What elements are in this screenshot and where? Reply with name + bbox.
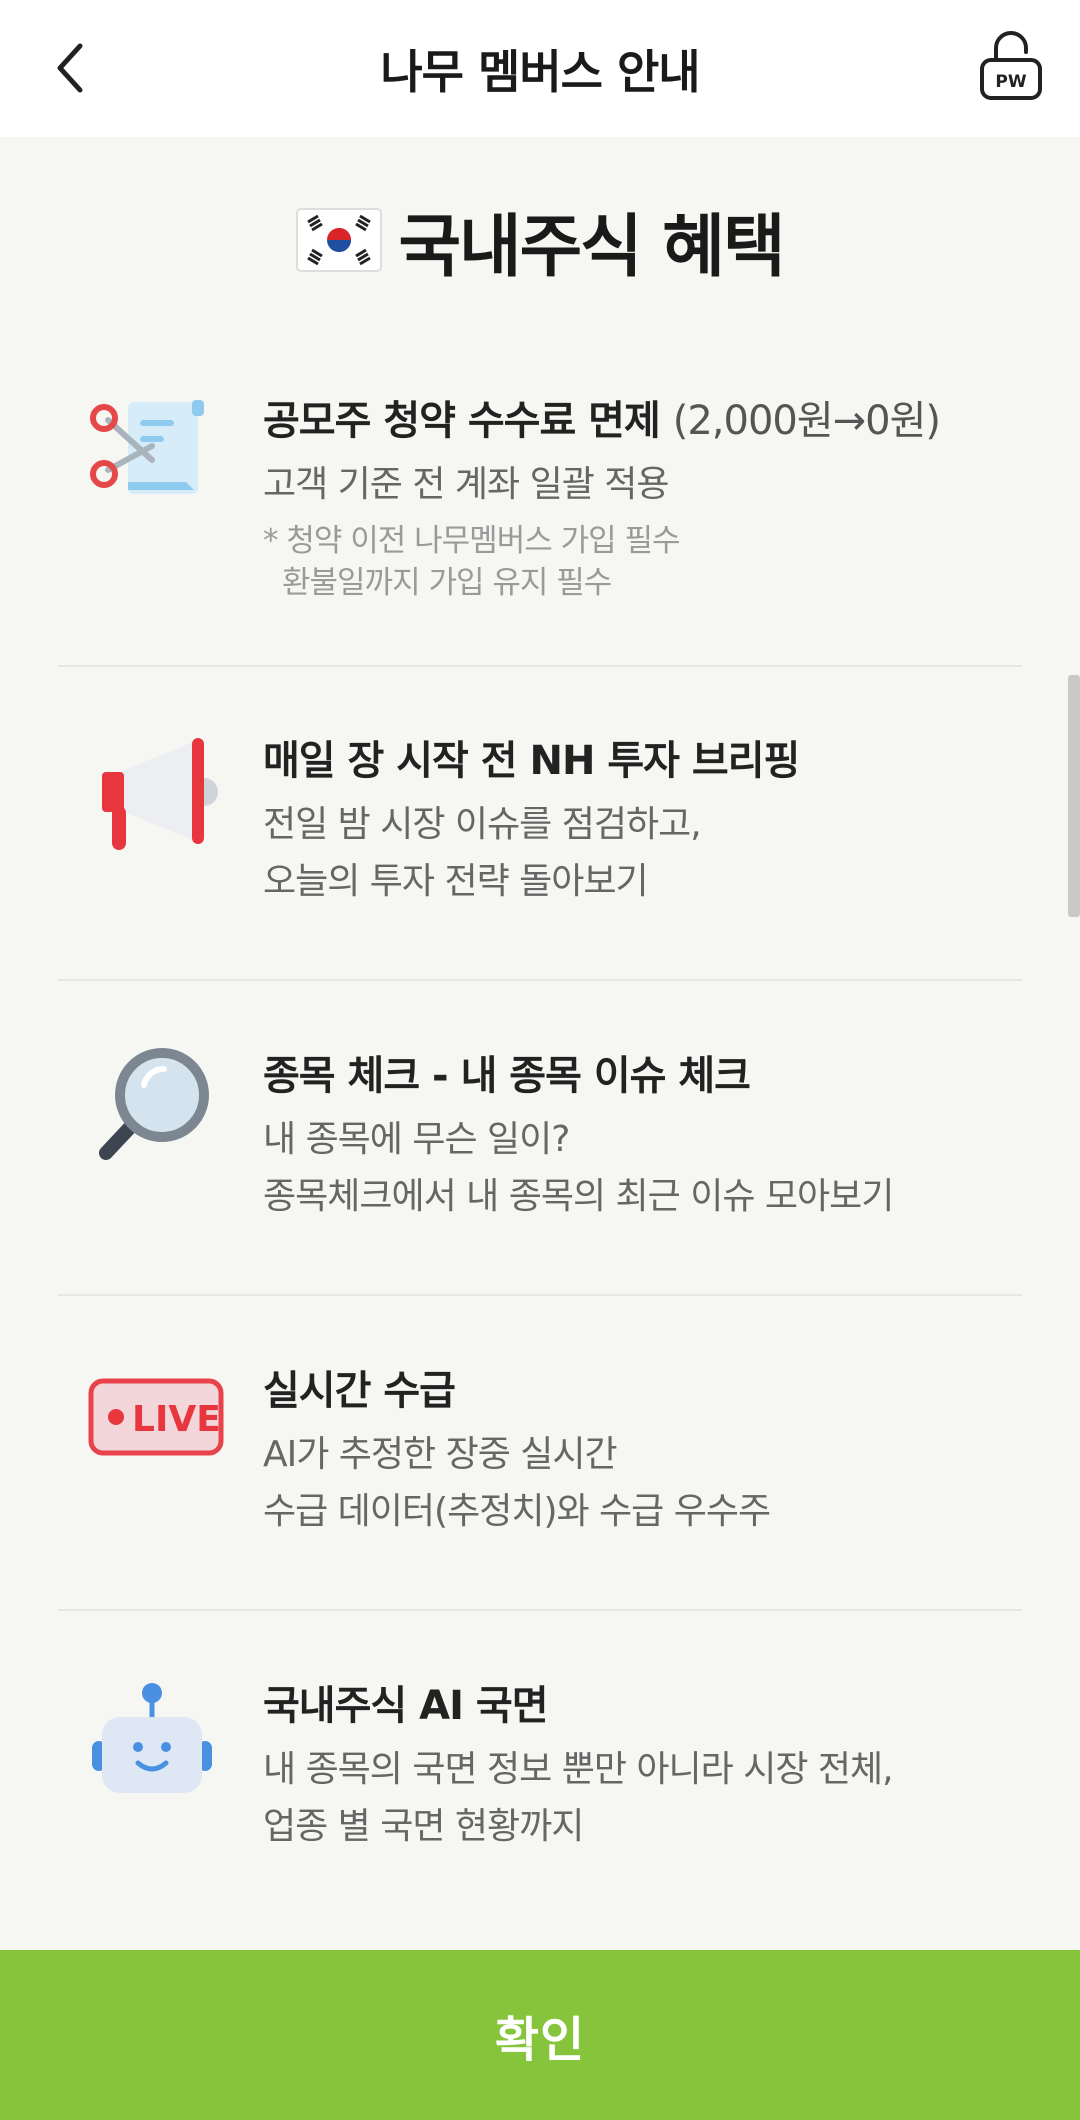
divider xyxy=(58,979,1022,981)
scissors-scroll-icon xyxy=(88,390,208,520)
confirm-button[interactable]: 확인 xyxy=(0,1950,1080,2120)
live-badge-text: LIVE xyxy=(132,1399,221,1440)
korea-flag-icon xyxy=(296,208,383,272)
benefit-title-text: 공모주 청약 수수료 면제 xyxy=(263,398,661,444)
back-button[interactable] xyxy=(40,33,100,103)
magnifier-icon xyxy=(88,1045,209,1175)
page-title: 나무 멤버스 안내 xyxy=(380,44,700,99)
live-badge-icon: LIVE xyxy=(88,1378,224,1508)
benefit-desc: 내 종목의 국면 정보 뿐만 아니라 시장 전체, xyxy=(263,1749,894,1790)
section-title: 국내주식 혜택 xyxy=(0,190,1080,290)
confirm-button-label: 확인 xyxy=(494,2014,586,2067)
benefit-desc: 업종 별 국면 현황까지 xyxy=(263,1806,584,1847)
benefit-title: 실시간 수급 xyxy=(263,1368,456,1414)
benefit-desc: 수급 데이터(추정치)와 수급 우수주 xyxy=(263,1491,771,1532)
header: 나무 멤버스 안내 PW xyxy=(0,0,1080,137)
pw-label: PW xyxy=(995,72,1026,92)
benefit-desc: AI가 추정한 장중 실시간 xyxy=(263,1434,618,1475)
benefit-item: 국내주식 AI 국면 내 종목의 국면 정보 뿐만 아니라 시장 전체, 업종 … xyxy=(58,1645,1022,1925)
megaphone-icon xyxy=(88,730,218,860)
benefit-item: 종목 체크 - 내 종목 이슈 체크 내 종목에 무슨 일이? 종목체크에서 내… xyxy=(58,1015,1022,1295)
password-lock-button[interactable]: PW xyxy=(976,26,1046,102)
benefit-desc: 전일 밤 시장 이슈를 점검하고, xyxy=(263,804,702,845)
divider xyxy=(58,665,1022,667)
benefit-note: * 청약 이전 나무멤버스 가입 필수 xyxy=(263,523,681,559)
robot-icon xyxy=(88,1681,228,1811)
benefit-desc: 종목체크에서 내 종목의 최근 이슈 모아보기 xyxy=(263,1176,894,1217)
divider xyxy=(58,1609,1022,1611)
scrollbar[interactable] xyxy=(1068,675,1080,917)
benefit-note: 환불일까지 가입 유지 필수 xyxy=(282,565,612,601)
benefit-item: LIVE 실시간 수급 AI가 추정한 장중 실시간 수급 데이터(추정치)와 … xyxy=(58,1330,1022,1610)
section-title-text: 국내주식 혜택 xyxy=(398,207,785,287)
benefit-title: 공모주 청약 수수료 면제 (2,000원→0원) xyxy=(263,388,941,446)
benefit-title-suffix: (2,000원→0원) xyxy=(672,398,941,444)
page: 나무 멤버스 안내 PW 국내주식 혜택 공모주 청약 수수료 면제 (2,00… xyxy=(0,0,1080,2120)
lock-icon: PW xyxy=(980,31,1042,100)
benefit-title: 종목 체크 - 내 종목 이슈 체크 xyxy=(263,1053,751,1099)
chevron-left-icon xyxy=(57,43,83,93)
benefit-desc: 내 종목에 무슨 일이? xyxy=(263,1119,570,1160)
benefit-title: 국내주식 AI 국면 xyxy=(263,1683,548,1729)
benefit-item: 매일 장 시작 전 NH 투자 브리핑 전일 밤 시장 이슈를 점검하고, 오늘… xyxy=(58,700,1022,980)
benefit-desc: 고객 기준 전 계좌 일괄 적용 xyxy=(263,464,670,505)
benefit-desc: 오늘의 투자 전략 돌아보기 xyxy=(263,861,649,902)
benefit-title: 매일 장 시작 전 NH 투자 브리핑 xyxy=(263,738,800,784)
divider xyxy=(58,1294,1022,1296)
benefit-item: 공모주 청약 수수료 면제 (2,000원→0원) 고객 기준 전 계좌 일괄 … xyxy=(58,360,1022,660)
